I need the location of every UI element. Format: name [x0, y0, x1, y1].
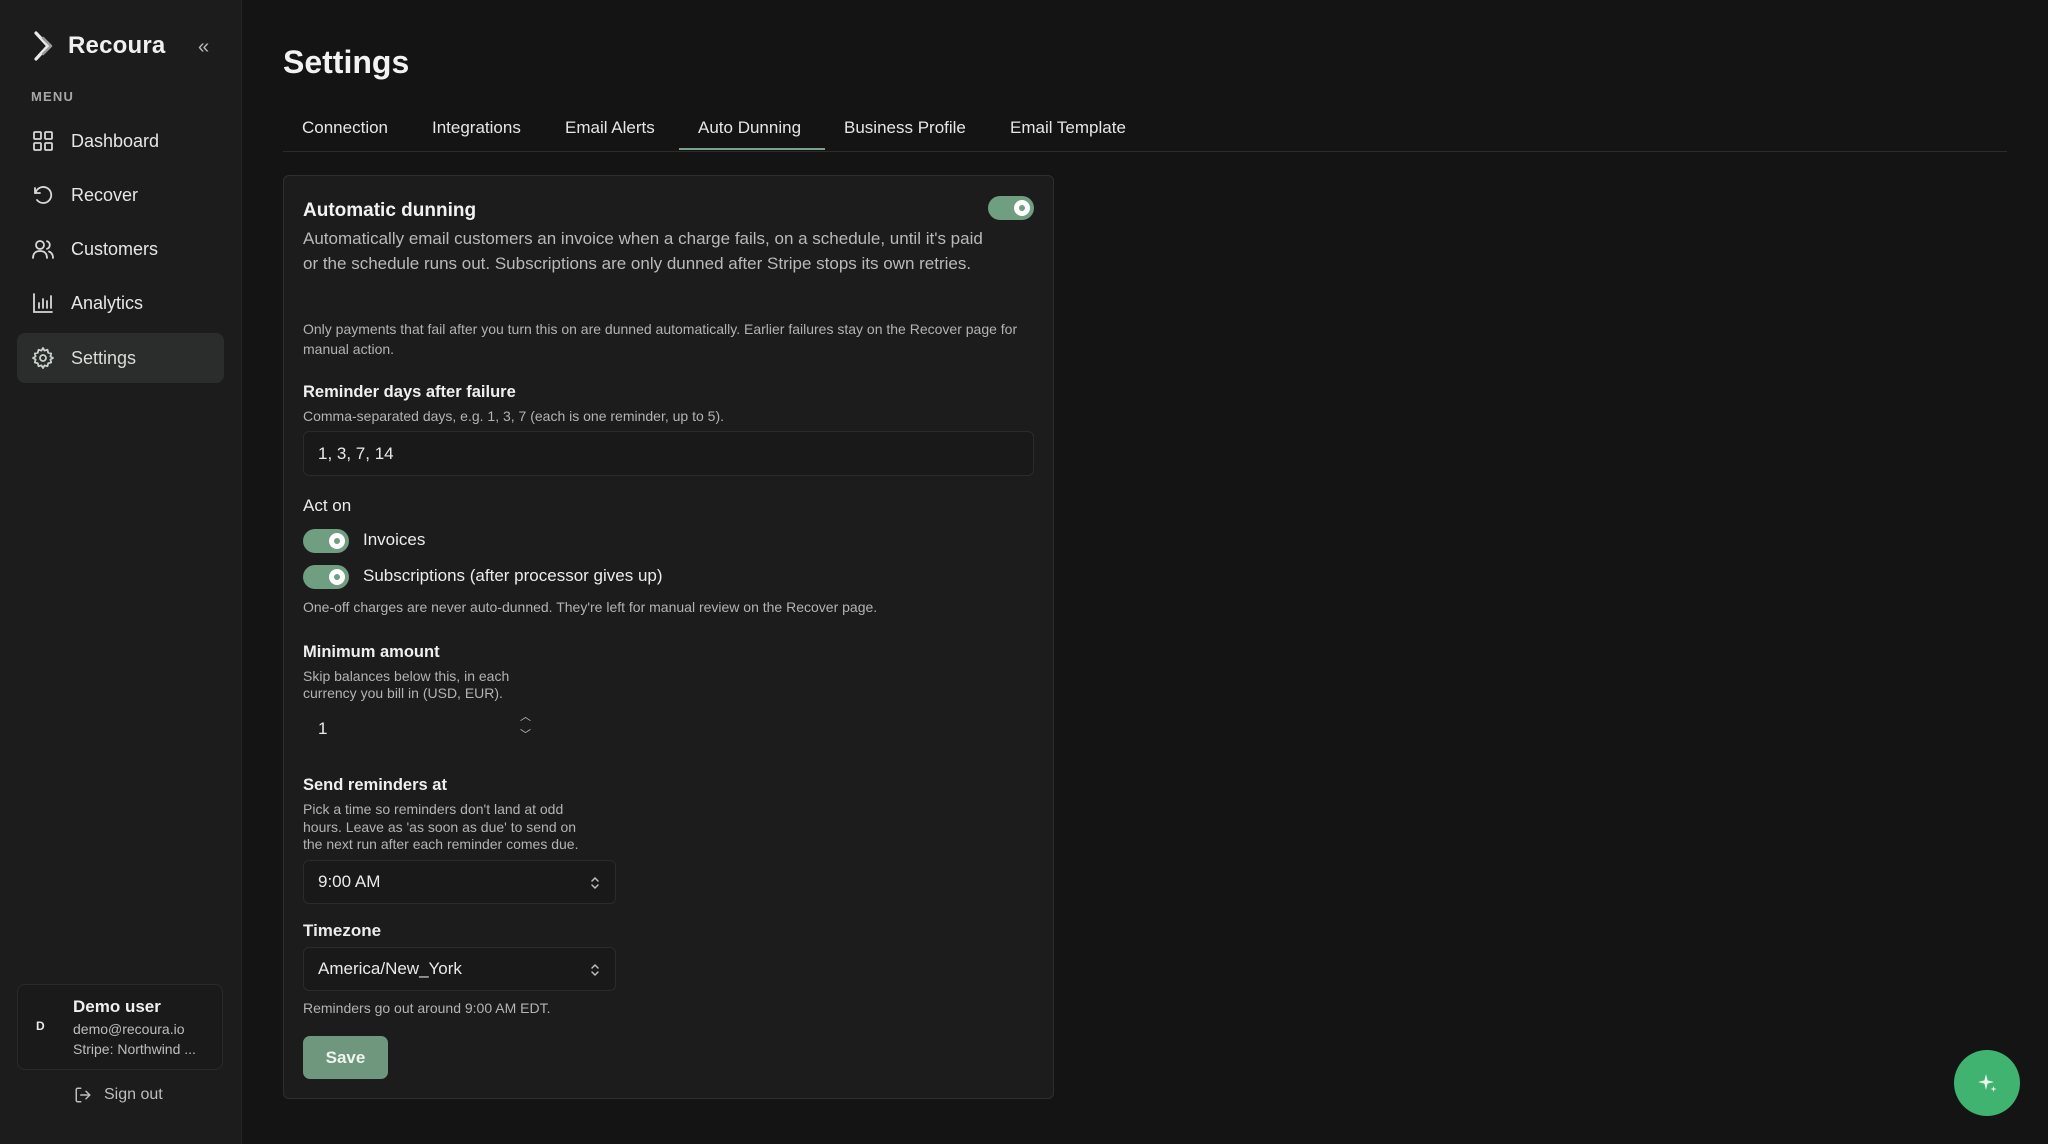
- chevron-updown-icon: [591, 876, 599, 890]
- timezone-value: America/New_York: [318, 959, 462, 978]
- subscriptions-toggle[interactable]: [303, 565, 349, 589]
- sidebar-item-customers[interactable]: Customers: [17, 224, 224, 274]
- sparkle-icon: [1978, 1074, 1997, 1092]
- brand[interactable]: Recoura: [32, 30, 165, 62]
- user-email: demo@recoura.io: [73, 1021, 185, 1037]
- gear-icon: [32, 347, 54, 369]
- minimum-amount-label: Minimum amount: [303, 643, 440, 661]
- assistant-button[interactable]: [1954, 1050, 2020, 1116]
- sidebar-item-label: Customers: [71, 238, 159, 259]
- auto-dunning-card: Automatic dunning Automatically email cu…: [283, 175, 1054, 1099]
- tab-email-alerts[interactable]: Email Alerts: [565, 118, 655, 138]
- send-at-select[interactable]: 9:00 AM: [303, 860, 616, 904]
- users-icon: [32, 240, 54, 259]
- bar-chart-icon: [33, 293, 53, 313]
- sidebar-item-settings[interactable]: Settings: [17, 333, 224, 383]
- active-tab-indicator: [679, 148, 825, 150]
- send-at-label: Send reminders at: [303, 776, 447, 794]
- timezone-help: Reminders go out around 9:00 AM EDT.: [303, 1000, 551, 1016]
- timezone-select[interactable]: America/New_York: [303, 947, 616, 991]
- send-at-help-2: hours. Leave as 'as soon as due' to send…: [303, 819, 577, 835]
- minimum-amount-help-2: currency you bill in (USD, EUR).: [303, 685, 503, 701]
- tab-business-profile[interactable]: Business Profile: [844, 118, 966, 138]
- send-at-help-1: Pick a time so reminders don't land at o…: [303, 801, 564, 817]
- act-on-help: One-off charges are never auto-dunned. T…: [303, 599, 878, 615]
- user-card[interactable]: D Demo user demo@recoura.io Stripe: Nort…: [17, 984, 223, 1070]
- tab-email-template[interactable]: Email Template: [1010, 118, 1126, 138]
- collapse-sidebar-icon[interactable]: «: [198, 36, 209, 59]
- grid-icon: [33, 131, 53, 151]
- sign-out-icon: [75, 1087, 91, 1103]
- chevron-updown-icon: [591, 963, 599, 977]
- reminder-days-label: Reminder days after failure: [303, 383, 516, 401]
- sidebar-item-label: Recover: [71, 184, 139, 205]
- user-stripe-account: Stripe: Northwind ...: [73, 1041, 196, 1057]
- sidebar-item-label: Analytics: [71, 292, 144, 313]
- sign-out-button[interactable]: Sign out: [74, 1086, 163, 1104]
- rotate-ccw-icon: [34, 186, 53, 204]
- section-description: Automatically email customers an invoice…: [303, 229, 983, 273]
- tab-integrations[interactable]: Integrations: [432, 118, 521, 138]
- tab-connection[interactable]: Connection: [302, 118, 388, 138]
- act-on-label: Act on: [303, 496, 352, 515]
- minimum-amount-help-1: Skip balances below this, in each: [303, 668, 510, 684]
- increment-icon[interactable]: ︿: [520, 711, 531, 723]
- section-note: Only payments that fail after you turn t…: [303, 321, 1018, 357]
- brand-name: Recoura: [68, 32, 166, 59]
- invoices-toggle[interactable]: [303, 529, 349, 553]
- section-title: Automatic dunning: [303, 200, 477, 221]
- sign-out-label: Sign out: [104, 1086, 163, 1103]
- sidebar-item-label: Dashboard: [71, 130, 160, 151]
- sidebar-item-label: Settings: [71, 347, 137, 368]
- reminder-days-value: 1, 3, 7, 14: [318, 443, 394, 463]
- send-at-help-3: the next run after each reminder comes d…: [303, 836, 579, 852]
- automatic-dunning-toggle[interactable]: [988, 196, 1034, 220]
- menu-label: MENU: [31, 89, 75, 104]
- subscriptions-label: Subscriptions (after processor gives up): [363, 566, 663, 585]
- decrement-icon[interactable]: ﹀: [520, 729, 531, 741]
- reminder-days-help: Comma-separated days, e.g. 1, 3, 7 (each…: [303, 408, 724, 424]
- send-at-value: 9:00 AM: [318, 872, 381, 891]
- page-title: Settings: [283, 44, 410, 80]
- minimum-amount-value: 1: [318, 719, 328, 738]
- timezone-label: Timezone: [303, 921, 382, 940]
- logo-icon: [34, 31, 53, 61]
- invoices-label: Invoices: [363, 530, 426, 549]
- sidebar-item-analytics[interactable]: Analytics: [17, 278, 224, 328]
- minimum-amount-input[interactable]: 1: [303, 708, 541, 750]
- reminder-days-input[interactable]: 1, 3, 7, 14: [303, 431, 1034, 476]
- sidebar: Recoura « MENU Dashboard Recover Custome…: [0, 0, 242, 1144]
- avatar: D: [36, 1019, 45, 1033]
- save-button[interactable]: Save: [303, 1036, 388, 1079]
- sidebar-item-dashboard[interactable]: Dashboard: [17, 116, 224, 166]
- sidebar-item-recover[interactable]: Recover: [17, 170, 224, 220]
- user-name: Demo user: [73, 997, 161, 1016]
- settings-tabs: Connection Integrations Email Alerts Aut…: [283, 110, 2007, 152]
- tab-auto-dunning[interactable]: Auto Dunning: [698, 118, 801, 138]
